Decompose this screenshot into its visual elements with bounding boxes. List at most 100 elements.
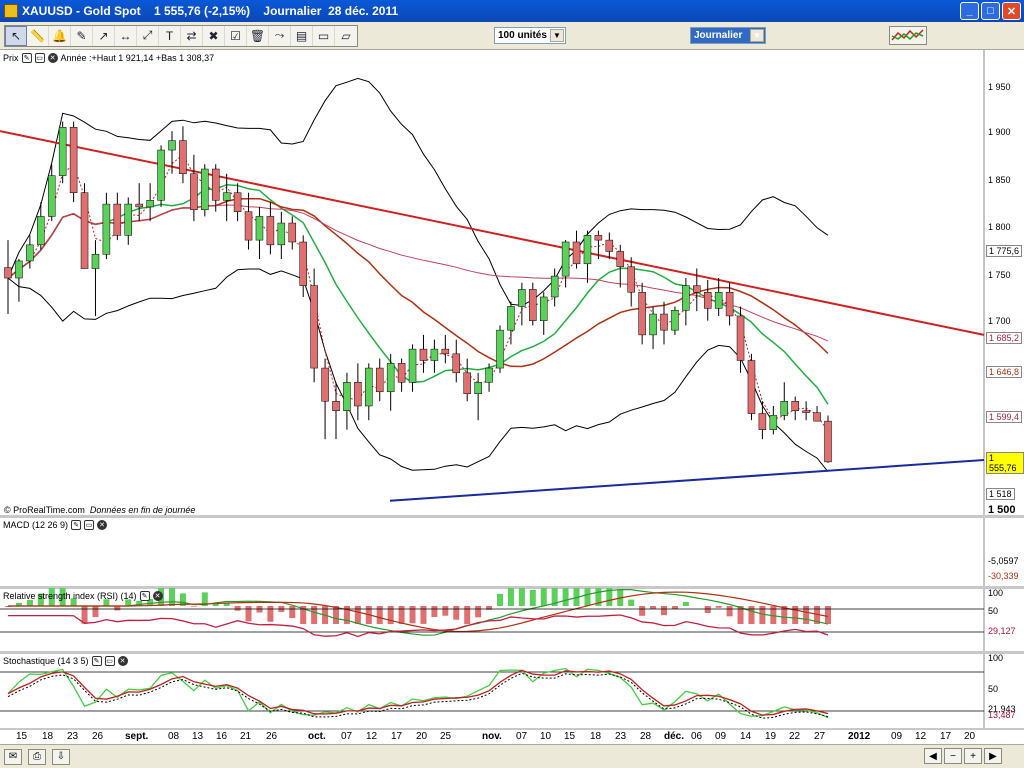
candle-body <box>430 348 439 361</box>
close-pane-icon[interactable]: ✕ <box>152 591 163 601</box>
chart-canvas[interactable] <box>0 50 1024 744</box>
text-tool[interactable]: T <box>159 25 181 46</box>
candle-body <box>419 348 428 361</box>
ruler-tool[interactable]: 📏 <box>27 25 49 46</box>
erase-tool[interactable]: 🗑 <box>247 25 269 46</box>
units-select-value: 100 unités <box>498 30 547 41</box>
candle-body <box>365 367 373 407</box>
macd-histogram-bar <box>475 606 482 618</box>
candle-body <box>802 410 810 413</box>
candle-body <box>222 192 231 201</box>
time-tick-label: 25 <box>440 731 452 742</box>
time-tick-label: 23 <box>67 731 79 742</box>
scroll-left-icon[interactable]: ◀ <box>924 748 942 764</box>
macd-histogram-bar <box>584 588 591 606</box>
time-tick-label: 12 <box>915 731 927 742</box>
zoom-in-icon[interactable]: + <box>964 748 982 764</box>
macd-histogram-bar <box>409 606 416 624</box>
wrench-icon[interactable]: ✎ <box>21 53 32 63</box>
candle-body <box>780 401 789 416</box>
time-tick-label: 22 <box>789 731 801 742</box>
cursor-tool[interactable]: ↖ <box>5 25 27 46</box>
candle-body <box>529 289 537 321</box>
period-select[interactable]: Journalier ▼ <box>690 27 766 44</box>
candle-body <box>594 235 603 241</box>
price-marker: 1 599,4 <box>986 411 1023 423</box>
units-select[interactable]: 100 unités ▼ <box>494 27 566 44</box>
window-titlebar: XAUUSD - Gold Spot 1 555,76 (-2,15%) Jou… <box>0 0 1024 22</box>
candle-body <box>474 382 482 394</box>
scroll-right-icon[interactable]: ▶ <box>984 748 1002 764</box>
zone-tool[interactable]: ▤ <box>291 25 313 46</box>
candle-body <box>37 216 45 246</box>
channel-tool[interactable]: ☑ <box>225 25 247 46</box>
minimize-button[interactable]: _ <box>960 2 979 20</box>
wrench-icon[interactable]: ✎ <box>91 656 102 666</box>
cross-tool[interactable]: ✖ <box>203 25 225 46</box>
fan-tool[interactable]: ⤳ <box>269 25 291 46</box>
time-tick-label: 07 <box>341 731 353 742</box>
support-trendline <box>389 459 985 502</box>
export-icon[interactable]: ⇩ <box>52 748 70 765</box>
indicators-button[interactable] <box>889 26 927 45</box>
rsi-pane-header: Relative strength index (RSI) (14) ✎ ✕ <box>3 591 163 601</box>
window-icon[interactable]: ▭ <box>104 656 115 666</box>
shape-tool[interactable]: ▱ <box>335 26 357 46</box>
candle-body <box>91 254 100 269</box>
candle-body <box>747 360 756 414</box>
line-tool[interactable]: ↗ <box>93 25 115 46</box>
chart-area[interactable] <box>0 50 1024 744</box>
chevron-down-icon[interactable]: ▼ <box>550 29 564 42</box>
time-axis: 15 18 23 26 sept. 08 13 16 21 26 oct. 07 12 17 20 25 nov… <box>0 730 1024 744</box>
print-icon[interactable]: ⎙ <box>28 748 46 765</box>
candle-body <box>725 291 734 317</box>
stochastic-pane-header: Stochastique (14 3 5) ✎ ▭ ✕ <box>3 656 128 666</box>
price-tick-label: 1 800 <box>988 222 1011 232</box>
time-tick-label: 23 <box>615 731 627 742</box>
indicator-value-label: 100 <box>988 588 1004 598</box>
maximize-button[interactable]: □ <box>981 2 1000 20</box>
close-button[interactable]: ✕ <box>1002 2 1021 20</box>
macd-histogram-bar <box>540 588 547 606</box>
candle-body <box>769 415 778 430</box>
close-pane-icon[interactable]: ✕ <box>117 656 128 666</box>
candle-body <box>813 412 821 422</box>
candle-body <box>627 266 635 293</box>
wrench-icon[interactable]: ✎ <box>71 520 82 530</box>
candle-body <box>452 353 461 374</box>
candle-body <box>375 367 384 393</box>
candle-body <box>69 127 78 193</box>
candle-body <box>299 241 307 286</box>
close-pane-icon[interactable]: ✕ <box>47 53 58 63</box>
window-icon[interactable]: ▭ <box>84 520 95 530</box>
price-marker: 1 555,76 <box>986 452 1024 474</box>
rectangle-tool[interactable]: ▭ <box>313 25 335 46</box>
fibonacci-tool[interactable]: ⇄ <box>181 25 203 46</box>
stoch-d-line <box>7 669 829 716</box>
macd-histogram-bar <box>212 604 219 606</box>
zoom-out-icon[interactable]: − <box>944 748 962 764</box>
candle-body <box>179 140 187 174</box>
time-tick-label: 26 <box>266 731 278 742</box>
indicator-value-label: 50 <box>988 606 999 616</box>
trend-line-tool[interactable]: ⤢ <box>137 25 159 46</box>
candle-body <box>124 203 133 236</box>
marker-tool[interactable]: ✎ <box>71 25 93 46</box>
horizontal-line-tool[interactable]: ↔ <box>115 25 137 46</box>
candle-body <box>441 348 450 355</box>
alarm-tool[interactable]: 🔔 <box>49 25 71 46</box>
candle-body <box>539 296 548 321</box>
close-pane-icon[interactable]: ✕ <box>97 520 108 530</box>
window-icon[interactable]: ▭ <box>34 53 45 63</box>
macd-histogram-bar <box>497 593 503 606</box>
tool-group: ↖ 📏 🔔 ✎ ↗ ↔ ⤢ T ⇄ ✖ ☑ 🗑 ⤳ ▤ ▭ ▱ <box>4 24 358 47</box>
wrench-icon[interactable]: ✎ <box>139 591 150 601</box>
candle-body <box>277 222 286 246</box>
time-tick-label: 18 <box>590 731 602 742</box>
candle-body <box>518 289 526 307</box>
email-icon[interactable]: ✉ <box>4 748 22 765</box>
macd-histogram-bar <box>650 606 657 609</box>
chevron-down-icon[interactable]: ▼ <box>750 29 764 42</box>
indicator-value-label: -5,0597 <box>988 556 1019 566</box>
resistance-trendline <box>0 130 985 336</box>
